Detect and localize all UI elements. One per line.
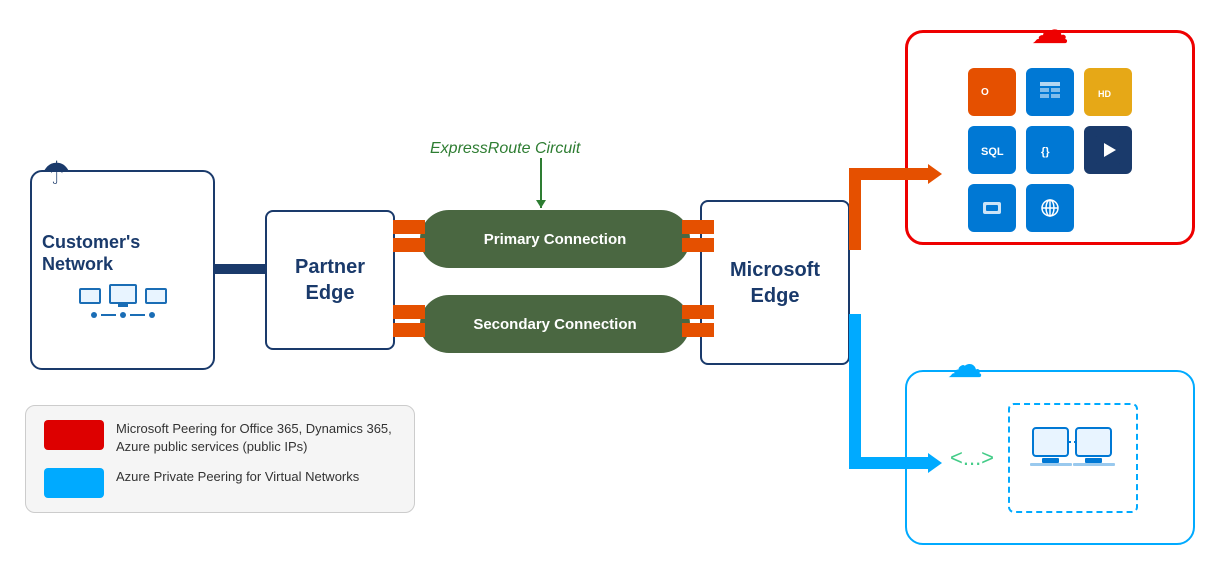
connector-customer-to-partner: [215, 264, 267, 274]
microsoft-edge-label: Microsoft Edge: [730, 257, 820, 309]
hadoop-icon: HD: [1084, 68, 1132, 116]
storage-icon: [968, 184, 1016, 232]
table-icon: [1026, 68, 1074, 116]
microsoft-cloud-box: ☁ O HD SQL {}: [905, 30, 1195, 245]
customer-network-label: Customer's Network: [42, 232, 140, 275]
stripe-partner-secondary-top: [393, 305, 425, 319]
globe-icon: [1026, 184, 1074, 232]
vnet-dashed-box: [1008, 403, 1138, 513]
vert-blue-down: [849, 314, 861, 469]
vert-orange-up: [849, 200, 861, 250]
partner-edge-label: Partner Edge: [295, 254, 365, 306]
legend-item-blue: Azure Private Peering for Virtual Networ…: [44, 468, 396, 498]
svg-text:<...>: <...>: [950, 445, 994, 470]
svg-text:{}: {}: [1041, 146, 1050, 158]
customer-cloud-icon: ☂: [42, 154, 71, 192]
svg-text:O: O: [981, 87, 989, 98]
network-dots: [91, 312, 155, 318]
network-icon-group: [79, 284, 167, 318]
legend-box: Microsoft Peering for Office 365, Dynami…: [25, 405, 415, 513]
azure-cloud-icon: ☁: [947, 344, 983, 386]
secondary-connection-label: Secondary Connection: [473, 316, 636, 333]
json-icon: {}: [1026, 126, 1074, 174]
primary-connection-label: Primary Connection: [484, 231, 627, 248]
azure-private-cloud-box: ☁ <...>: [905, 370, 1195, 545]
small-monitor-icon2: [145, 288, 167, 304]
expressroute-arrow: [540, 158, 542, 208]
horiz-orange-to-cloud: [857, 168, 932, 180]
sql-icon: SQL: [968, 126, 1016, 174]
ms-services-grid: O HD SQL {}: [953, 53, 1147, 247]
primary-connection-pill: Primary Connection: [420, 210, 690, 268]
legend-text-blue: Azure Private Peering for Virtual Networ…: [116, 468, 359, 486]
stripe-partner-primary-top: [393, 220, 425, 234]
stripe-right-secondary-top: [682, 305, 714, 319]
main-monitor-icon: [109, 284, 137, 304]
legend-item-red: Microsoft Peering for Office 365, Dynami…: [44, 420, 396, 456]
stripe-right-primary-top: [682, 220, 714, 234]
horiz-blue-to-cloud: [857, 457, 932, 469]
office-icon: O: [968, 68, 1016, 116]
vnet-dots-icon: <...>: [948, 443, 998, 473]
legend-color-blue: [44, 468, 104, 498]
legend-color-red: [44, 420, 104, 450]
microsoft-edge-box: Microsoft Edge: [700, 200, 850, 365]
legend-text-red: Microsoft Peering for Office 365, Dynami…: [116, 420, 396, 456]
media-icon: [1084, 126, 1132, 174]
svg-text:SQL: SQL: [981, 146, 1004, 158]
stripe-partner-secondary-bot: [393, 323, 425, 337]
secondary-connection-pill: Secondary Connection: [420, 295, 690, 353]
blue-arrow-head: [928, 453, 942, 473]
stripe-right-primary-bot: [682, 238, 714, 252]
stripe-right-secondary-bot: [682, 323, 714, 337]
expressroute-circuit-label: ExpressRoute Circuit: [430, 140, 580, 158]
customer-network-box: ☂ Customer's Network: [30, 170, 215, 370]
ms-cloud-red-icon: ☁: [1031, 8, 1069, 53]
diagram-container: ☂ Customer's Network Partner Edge: [0, 0, 1215, 581]
stripe-partner-primary-bot: [393, 238, 425, 252]
orange-arrow-head: [928, 164, 942, 184]
partner-edge-box: Partner Edge: [265, 210, 395, 350]
small-monitor-icon: [79, 288, 101, 304]
svg-text:HD: HD: [1098, 89, 1111, 99]
